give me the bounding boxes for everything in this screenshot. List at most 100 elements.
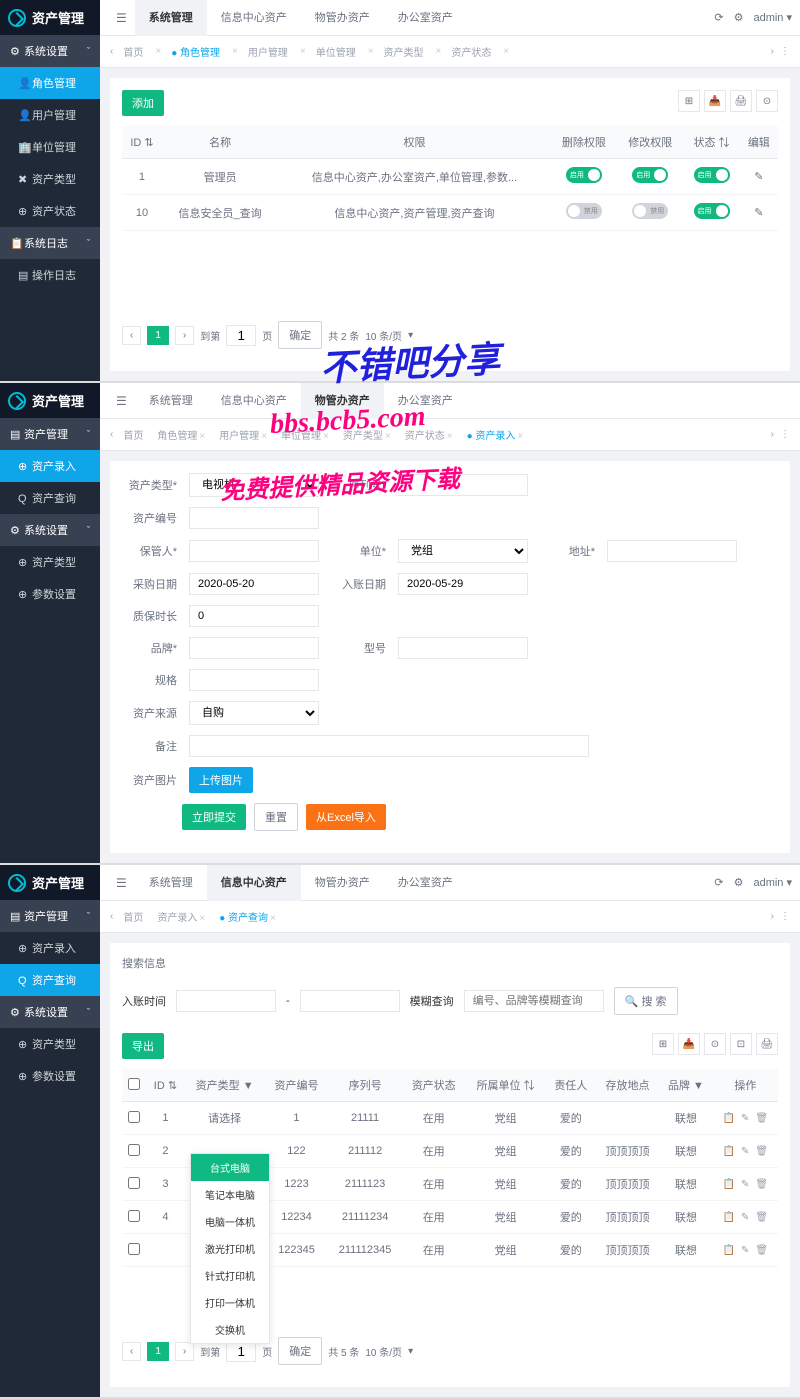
- sidebar-item-oplog[interactable]: ▤操作日志: [0, 259, 100, 291]
- chevron-left-icon[interactable]: ‹: [110, 429, 113, 440]
- view-icon[interactable]: 📋: [723, 1146, 735, 1157]
- close-icon[interactable]: ×: [503, 46, 509, 57]
- menu-toggle-icon[interactable]: ☰: [108, 876, 135, 890]
- menu-toggle-icon[interactable]: ☰: [108, 11, 135, 25]
- sidebar-item-type[interactable]: ⊕资产类型: [0, 1028, 100, 1060]
- row-checkbox[interactable]: [128, 1144, 140, 1156]
- user-label[interactable]: admin ▾: [753, 11, 792, 24]
- col-unit[interactable]: 所属单位 ⇅: [465, 1069, 545, 1102]
- edit-icon[interactable]: ✎: [754, 171, 763, 183]
- brand-input[interactable]: [189, 637, 319, 659]
- edit-icon[interactable]: ✎: [741, 1245, 749, 1256]
- next-page[interactable]: ›: [175, 326, 194, 345]
- chevron-right-icon[interactable]: ›: [771, 46, 774, 57]
- tool-icon[interactable]: ⊙: [704, 1033, 726, 1055]
- search-button[interactable]: 🔍 搜 索: [614, 987, 678, 1015]
- page-1[interactable]: 1: [147, 1342, 169, 1361]
- bc-role[interactable]: 角色管理×: [153, 425, 209, 444]
- menu-section-asset[interactable]: ▤资产管理ˇ: [0, 418, 100, 450]
- tab-system[interactable]: 系统管理: [135, 865, 207, 901]
- bc-unit[interactable]: 单位管理×: [277, 425, 333, 444]
- more-icon[interactable]: ⋮: [780, 46, 790, 57]
- location-input[interactable]: [607, 540, 737, 562]
- sidebar-item-type[interactable]: ✖资产类型: [0, 163, 100, 195]
- print-icon[interactable]: 🖨: [730, 90, 752, 112]
- dashboard-icon[interactable]: ⚙: [734, 876, 744, 889]
- bc-type[interactable]: 资产类型×: [339, 425, 395, 444]
- menu-section-settings[interactable]: ⚙系统设置ˇ: [0, 996, 100, 1028]
- submit-button[interactable]: 立即提交: [182, 804, 246, 830]
- tab-info-center[interactable]: 信息中心资产: [207, 383, 301, 419]
- serial-input[interactable]: [398, 474, 528, 496]
- view-icon[interactable]: 📋: [723, 1245, 735, 1256]
- bc-status[interactable]: 资产状态×: [401, 425, 457, 444]
- unit-select[interactable]: 党组: [398, 539, 528, 563]
- toggle-modify[interactable]: 启用: [632, 167, 668, 183]
- menu-section-system[interactable]: ⚙系统设置ˇ: [0, 35, 100, 67]
- more-icon[interactable]: ⋮: [780, 911, 790, 922]
- bc-home[interactable]: 首页: [119, 907, 147, 926]
- tab-office[interactable]: 办公室资产: [384, 0, 467, 36]
- edit-icon[interactable]: ✎: [741, 1212, 749, 1223]
- keeper-input[interactable]: [189, 540, 319, 562]
- sidebar-item-entry[interactable]: ⊕资产录入: [0, 932, 100, 964]
- toggle-status[interactable]: 启用: [694, 167, 730, 183]
- col-type[interactable]: 资产类型 ▼: [184, 1069, 264, 1102]
- dropdown-item[interactable]: 交换机: [191, 1316, 269, 1343]
- time-to-input[interactable]: [300, 990, 400, 1012]
- col-check[interactable]: [122, 1069, 146, 1102]
- import-button[interactable]: 从Excel导入: [306, 804, 386, 830]
- col-id[interactable]: ID ⇅: [146, 1069, 184, 1102]
- chevron-left-icon[interactable]: ‹: [110, 46, 113, 57]
- export-icon[interactable]: 📥: [704, 90, 726, 112]
- bc-home[interactable]: 首页: [119, 425, 147, 444]
- toggle-delete[interactable]: 启用: [566, 167, 602, 183]
- chevron-left-icon[interactable]: ‹: [110, 911, 113, 922]
- chevron-right-icon[interactable]: ›: [771, 911, 774, 922]
- page-input[interactable]: [226, 325, 256, 346]
- perpage-dropdown[interactable]: ▾: [408, 1346, 413, 1357]
- bc-role[interactable]: ● 角色管理: [167, 42, 224, 61]
- close-icon[interactable]: ×: [300, 46, 306, 57]
- edit-icon[interactable]: ✎: [741, 1146, 749, 1157]
- tool-icon[interactable]: 📥: [678, 1033, 700, 1055]
- delete-icon[interactable]: 🗑: [755, 1146, 768, 1157]
- dropdown-item[interactable]: 台式电脑: [191, 1154, 269, 1181]
- close-icon[interactable]: ×: [232, 46, 238, 57]
- row-checkbox[interactable]: [128, 1243, 140, 1255]
- close-icon[interactable]: ×: [436, 46, 442, 57]
- entry-date-input[interactable]: [398, 573, 528, 595]
- prev-page[interactable]: ‹: [122, 326, 141, 345]
- menu-section-log[interactable]: 📋系统日志ˇ: [0, 227, 100, 259]
- sidebar-item-user[interactable]: 👤用户管理: [0, 99, 100, 131]
- bc-entry[interactable]: ● 资产录入×: [463, 425, 528, 444]
- bc-status[interactable]: 资产状态: [447, 42, 495, 61]
- dashboard-icon[interactable]: ⚙: [734, 11, 744, 24]
- next-page[interactable]: ›: [175, 1342, 194, 1361]
- bc-user[interactable]: 用户管理×: [215, 425, 271, 444]
- toggle-status[interactable]: 启用: [694, 203, 730, 219]
- upload-button[interactable]: 上传图片: [189, 767, 253, 793]
- goto-button[interactable]: 确定: [278, 1337, 322, 1365]
- filter-icon[interactable]: ⊞: [678, 90, 700, 112]
- view-icon[interactable]: 📋: [723, 1113, 735, 1124]
- tool-icon[interactable]: ⊡: [730, 1033, 752, 1055]
- sidebar-item-entry[interactable]: ⊕资产录入: [0, 450, 100, 482]
- col-brand[interactable]: 品牌 ▼: [659, 1069, 713, 1102]
- delete-icon[interactable]: 🗑: [755, 1113, 768, 1124]
- col-id[interactable]: ID ⇅: [122, 126, 162, 159]
- col-status[interactable]: 状态 ⇅: [683, 126, 739, 159]
- prev-page[interactable]: ‹: [122, 1342, 141, 1361]
- dropdown-item[interactable]: 针式打印机: [191, 1262, 269, 1289]
- close-icon[interactable]: ×: [368, 46, 374, 57]
- refresh-icon[interactable]: ⟳: [714, 11, 723, 24]
- tool-icon[interactable]: 🖨: [756, 1033, 778, 1055]
- tab-system[interactable]: 系统管理: [135, 0, 207, 36]
- bc-user[interactable]: 用户管理: [244, 42, 292, 61]
- buy-date-input[interactable]: [189, 573, 319, 595]
- bc-query[interactable]: ● 资产查询×: [215, 907, 280, 926]
- warranty-input[interactable]: [189, 605, 319, 627]
- sidebar-item-role[interactable]: 👤角色管理: [0, 67, 100, 99]
- sidebar-item-status[interactable]: ⊕资产状态: [0, 195, 100, 227]
- delete-icon[interactable]: 🗑: [755, 1212, 768, 1223]
